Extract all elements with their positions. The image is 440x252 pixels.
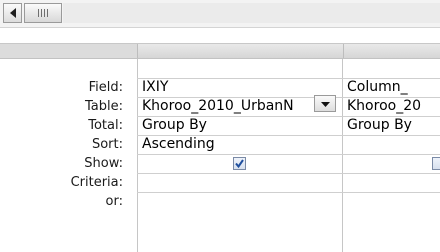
or-cell[interactable]: [138, 192, 342, 211]
row-label-or: or:: [105, 194, 123, 209]
sort-dropdown-button[interactable]: [314, 95, 336, 112]
grid-spacer: [0, 29, 440, 43]
table-cell[interactable]: Khoroo_20: [343, 97, 440, 116]
column-selector-2[interactable]: [343, 44, 440, 58]
chevron-down-icon: [320, 102, 330, 107]
scroll-track[interactable]: [63, 3, 440, 23]
field-cell[interactable]: IXIY: [138, 78, 342, 97]
table-cell[interactable]: Khoroo_2010_UrbanN: [138, 97, 342, 116]
show-checkbox[interactable]: [233, 157, 246, 170]
grip-icon: [38, 9, 39, 17]
sort-cell[interactable]: Ascending: [138, 135, 308, 154]
row-label-field: Field:: [88, 80, 123, 95]
horizontal-scrollbar[interactable]: [0, 0, 440, 28]
row-label-show: Show:: [84, 156, 123, 171]
total-cell[interactable]: Group By: [343, 116, 440, 135]
row-label-total: Total:: [88, 118, 123, 133]
criteria-cell[interactable]: [343, 173, 440, 192]
field-cell[interactable]: Column_: [343, 78, 440, 97]
scroll-thumb[interactable]: [24, 3, 62, 23]
row-label-table: Table:: [85, 99, 123, 114]
query-design-grid: Field: Table: Total: Sort: Show: Criteri…: [0, 59, 440, 252]
criteria-cell[interactable]: [138, 173, 342, 192]
scroll-left-button[interactable]: [3, 3, 22, 23]
or-cell[interactable]: [343, 192, 440, 211]
row-label-sort: Sort:: [91, 137, 123, 152]
grid-column-header: [0, 43, 440, 59]
show-checkbox[interactable]: [432, 157, 440, 170]
total-cell[interactable]: Group By: [138, 116, 342, 135]
column-selector-1[interactable]: [137, 44, 343, 58]
checkmark-icon: [235, 159, 244, 169]
left-arrow-icon: [9, 8, 16, 18]
row-label-criteria: Criteria:: [70, 175, 123, 190]
sort-cell[interactable]: [343, 135, 440, 154]
